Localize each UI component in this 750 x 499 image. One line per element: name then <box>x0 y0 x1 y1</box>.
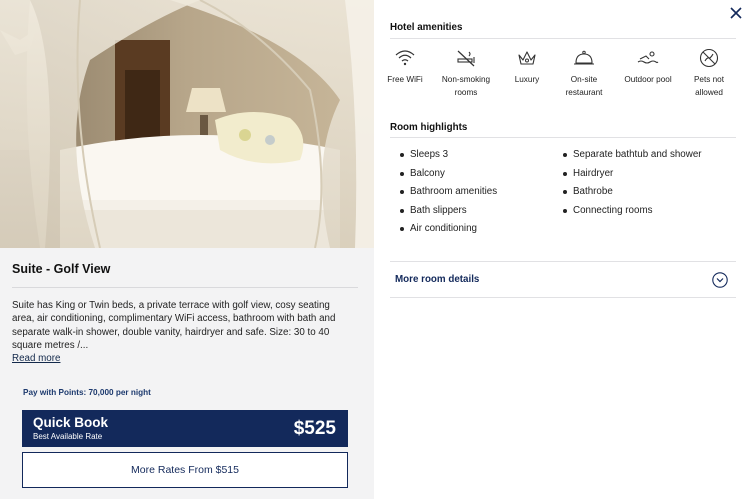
chevron-down-icon <box>712 272 728 288</box>
amenity-item: On-site restaurant <box>554 48 614 99</box>
room-title: Suite - Golf View <box>12 262 111 276</box>
crown-icon <box>518 51 536 65</box>
list-item: Separate bathtub and shower <box>563 148 702 167</box>
more-room-details-label: More room details <box>395 274 480 285</box>
list-item: Connecting rooms <box>563 204 702 223</box>
list-item: Bathrobe <box>563 185 702 204</box>
close-icon[interactable] <box>728 5 744 21</box>
amenity-label: On-site restaurant <box>565 75 603 97</box>
pool-icon <box>637 51 659 64</box>
amenity-item: Pets not allowed <box>679 48 739 99</box>
list-item: Bath slippers <box>400 204 497 223</box>
cloche-icon <box>574 50 594 65</box>
highlights-left-column: Sleeps 3 Balcony Bathroom amenities Bath… <box>400 148 497 241</box>
wifi-icon <box>395 50 415 66</box>
room-card: Suite - Golf View Suite has King or Twin… <box>0 0 374 499</box>
more-rates-button[interactable]: More Rates From $515 <box>22 452 348 488</box>
amenities-heading: Hotel amenities <box>390 22 463 33</box>
list-item: Bathroom amenities <box>400 185 497 204</box>
highlights-heading: Room highlights <box>390 122 468 133</box>
amenity-label: Free WiFi <box>387 75 423 84</box>
amenity-item: Non-smoking rooms <box>436 48 496 99</box>
quick-book-subtitle: Best Available Rate <box>33 432 103 441</box>
divider <box>390 137 736 138</box>
quick-book-label: Quick Book <box>33 415 109 430</box>
list-item: Hairdryer <box>563 167 702 186</box>
amenities-list: Free WiFi Non-smoking rooms Luxury On-si… <box>387 48 739 108</box>
no-pets-icon <box>699 48 719 68</box>
divider <box>390 38 736 39</box>
list-item: Air conditioning <box>400 222 497 241</box>
amenity-label: Luxury <box>514 75 540 84</box>
quick-book-button[interactable]: Quick Book Best Available Rate $525 <box>22 410 348 447</box>
quick-book-price: $525 <box>293 418 336 439</box>
amenity-item: Luxury <box>497 48 557 86</box>
no-smoking-icon <box>457 50 475 67</box>
amenity-label: Outdoor pool <box>624 75 672 84</box>
list-item: Balcony <box>400 167 497 186</box>
divider <box>12 287 358 288</box>
amenity-item: Free WiFi <box>375 48 435 86</box>
amenity-item: Outdoor pool <box>618 48 678 86</box>
amenity-label: Non-smoking rooms <box>441 75 491 97</box>
amenity-label: Pets not allowed <box>693 75 725 97</box>
more-room-details-toggle[interactable]: More room details <box>390 261 736 298</box>
highlights-right-column: Separate bathtub and shower Hairdryer Ba… <box>563 148 702 222</box>
list-item: Sleeps 3 <box>400 148 497 167</box>
room-description: Suite has King or Twin beds, a private t… <box>12 300 336 352</box>
points-price: Pay with Points: 70,000 per night <box>23 388 151 397</box>
room-photo <box>0 0 374 248</box>
read-more-link[interactable]: Read more <box>12 353 60 364</box>
